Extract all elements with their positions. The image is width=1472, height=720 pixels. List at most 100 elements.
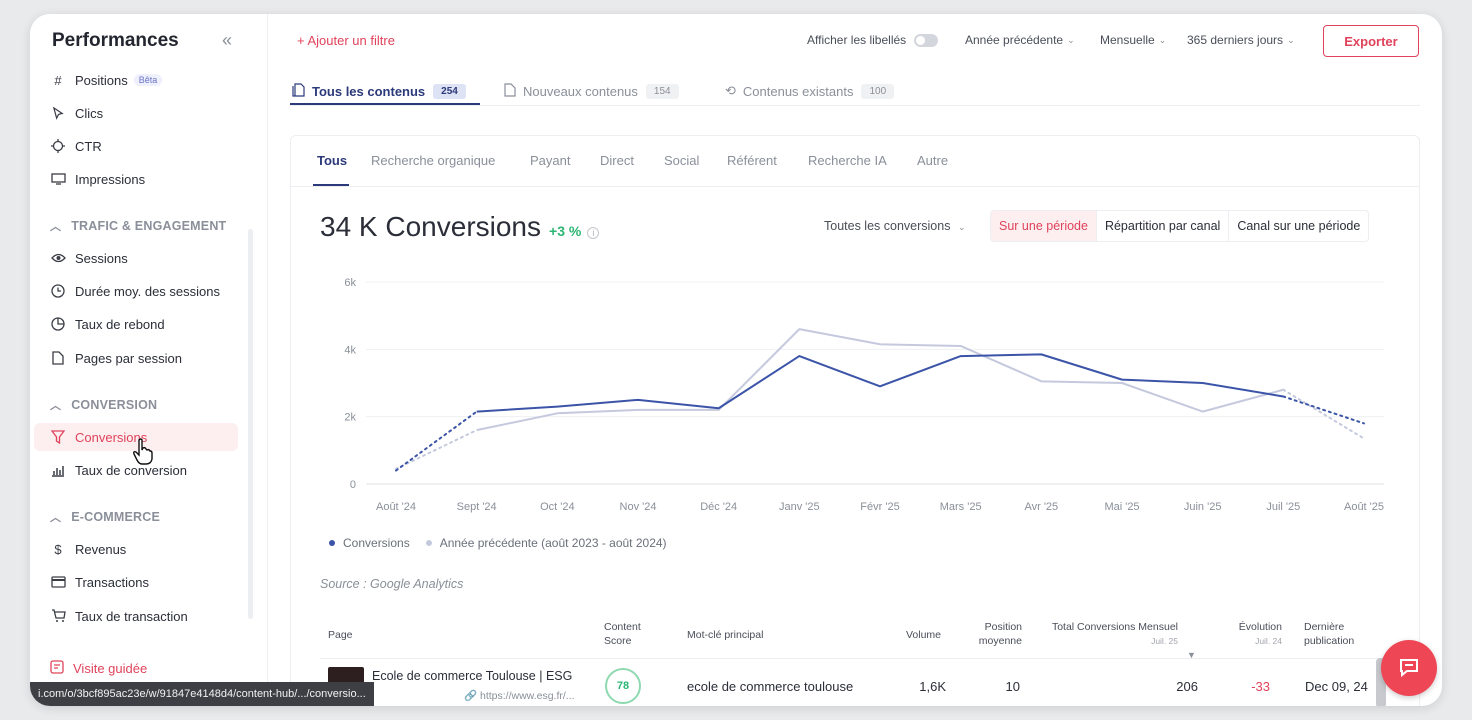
- x-tick-label: Oct '24: [540, 501, 575, 513]
- source-tab-referent[interactable]: Référent: [727, 153, 777, 168]
- monitor-icon: [50, 171, 66, 187]
- row-page-url[interactable]: 🔗 https://www.esg.fr/...: [464, 689, 575, 702]
- beta-badge: Bêta: [133, 74, 163, 86]
- view-canal-periode[interactable]: Canal sur une période: [1228, 211, 1368, 241]
- y-tick-label: 4k: [344, 344, 356, 356]
- legend-dot-previous: [425, 540, 432, 546]
- section-ecommerce[interactable]: ︿ E-COMMERCE: [50, 509, 160, 525]
- th-total-sub: Juil. 25: [1151, 636, 1178, 646]
- app-window: Performances « # Positions Bêta Clics CT…: [30, 14, 1442, 706]
- chevron-up-icon: ︿: [50, 221, 62, 233]
- th-total-label: Total Conversions Mensuel: [1051, 621, 1178, 633]
- tab-tous-les-contenus[interactable]: Tous les contenus 254: [292, 78, 466, 104]
- add-filter-button[interactable]: + Ajouter un filtre: [297, 33, 395, 48]
- sidebar-item-pages[interactable]: Pages par session: [50, 344, 182, 372]
- row-published: Dec 09, 24: [1305, 679, 1368, 694]
- source-tab-recherche-ia[interactable]: Recherche IA: [808, 153, 887, 168]
- sidebar-item-sessions[interactable]: Sessions: [50, 244, 128, 272]
- chat-icon: [1400, 659, 1418, 678]
- th-position[interactable]: Position moyenne: [970, 620, 1022, 648]
- sort-desc-icon[interactable]: ▼: [1187, 648, 1196, 662]
- clock-icon: [50, 283, 66, 299]
- refresh-icon: ⟲: [725, 83, 736, 98]
- toggle-switch[interactable]: [914, 33, 939, 47]
- pie-icon: [50, 316, 66, 332]
- bar-chart-icon: [50, 462, 66, 478]
- th-content-score[interactable]: Content Score: [604, 620, 654, 648]
- tab-count: 154: [645, 83, 679, 99]
- tab-count: 100: [861, 83, 895, 99]
- conversion-filter-dropdown[interactable]: Toutes les conversions ⌄: [824, 219, 965, 233]
- sidebar-item-transactions[interactable]: Transactions: [50, 568, 149, 596]
- sidebar-item-clics[interactable]: Clics: [50, 99, 103, 127]
- th-keyword[interactable]: Mot-clé principal: [687, 628, 763, 642]
- cart-icon: [50, 608, 66, 624]
- sidebar-item-taux-transaction[interactable]: Taux de transaction: [50, 602, 188, 630]
- th-evolution[interactable]: Évolution Juil. 24: [1218, 620, 1282, 648]
- source-tab-tous[interactable]: Tous: [317, 153, 347, 168]
- tab-count: 254: [433, 83, 466, 99]
- row-keyword: ecole de commerce toulouse: [687, 679, 854, 694]
- chat-button[interactable]: [1381, 640, 1437, 696]
- summary-header: 34 K Conversions +3 % i: [320, 211, 600, 243]
- th-page[interactable]: Page: [328, 628, 353, 642]
- granularity-value: Mensuelle: [1100, 33, 1155, 47]
- sidebar-item-duree[interactable]: Durée moy. des sessions: [50, 277, 220, 305]
- source-tab-organique[interactable]: Recherche organique: [371, 153, 495, 168]
- double-chevron-left-icon[interactable]: «: [222, 30, 232, 51]
- show-labels-toggle[interactable]: Afficher les libellés: [807, 33, 939, 47]
- tab-label: Tous les contenus: [312, 83, 426, 99]
- conversions-line-chart: 0 2k 4k 6k Août '24 Sept '24 Oct '24 Nov '24 Déc…: [344, 277, 1384, 513]
- sidebar-item-positions[interactable]: # Positions Bêta: [50, 66, 163, 94]
- visite-guidee-link[interactable]: Visite guidée: [50, 660, 147, 677]
- y-tick-label: 0: [350, 479, 356, 491]
- source-tab-autre[interactable]: Autre: [917, 153, 948, 168]
- compare-dropdown[interactable]: Année précédente ⌄: [965, 33, 1075, 47]
- source-tab-payant[interactable]: Payant: [530, 153, 570, 168]
- section-trafic-engagement[interactable]: ︿ TRAFIC & ENGAGEMENT: [50, 218, 226, 234]
- series-partial-segment: [1282, 395, 1365, 425]
- sidebar-title: Performances: [52, 30, 179, 51]
- view-sur-une-periode[interactable]: Sur une période: [991, 211, 1096, 241]
- tab-contenus-existants[interactable]: ⟲ Contenus existants 100: [725, 78, 895, 104]
- tab-nouveaux-contenus[interactable]: Nouveaux contenus 154: [504, 78, 679, 104]
- range-dropdown[interactable]: 365 derniers jours ⌄: [1187, 33, 1295, 47]
- sidebar-item-rebond[interactable]: Taux de rebond: [50, 310, 165, 338]
- row-page-title[interactable]: Ecole de commerce Toulouse | ESG: [372, 669, 572, 683]
- export-button[interactable]: Exporter: [1323, 25, 1419, 57]
- active-source-tab-indicator: [313, 184, 349, 186]
- th-published[interactable]: Dernière publication: [1304, 620, 1374, 648]
- sidebar-item-label: Durée moy. des sessions: [75, 283, 220, 299]
- sidebar-scrollbar[interactable]: [248, 229, 253, 619]
- x-tick-label: Mars '25: [940, 501, 982, 513]
- section-title: E-COMMERCE: [71, 510, 161, 524]
- sidebar-item-ctr[interactable]: CTR: [50, 132, 102, 160]
- funnel-icon: [50, 429, 66, 445]
- source-tab-direct[interactable]: Direct: [600, 153, 634, 168]
- sidebar-item-taux-conversion[interactable]: Taux de conversion: [50, 456, 187, 484]
- info-icon[interactable]: i: [587, 227, 600, 239]
- source-tab-social[interactable]: Social: [664, 153, 699, 168]
- x-tick-label: Juil '25: [1266, 501, 1300, 513]
- sidebar: Performances « # Positions Bêta Clics CT…: [30, 14, 268, 706]
- th-total-conversions[interactable]: Total Conversions Mensuel Juil. 25: [1032, 620, 1178, 648]
- sidebar-item-label: Transactions: [75, 574, 149, 590]
- sidebar-item-impressions[interactable]: Impressions: [50, 165, 145, 193]
- sidebar-item-label: Taux de conversion: [75, 462, 188, 478]
- row-position: 10: [1005, 679, 1020, 694]
- row-volume: 1,6K: [919, 679, 946, 694]
- tabs-divider: [290, 105, 1420, 106]
- x-tick-label: Mai '25: [1104, 501, 1139, 513]
- x-tick-label: Sept '24: [457, 501, 497, 513]
- sidebar-item-revenus[interactable]: $ Revenus: [50, 535, 126, 563]
- section-conversion[interactable]: ︿ CONVERSION: [50, 397, 157, 413]
- link-icon: 🔗: [464, 690, 478, 702]
- x-tick-label: Août '24: [376, 501, 416, 513]
- view-repartition-canal[interactable]: Répartition par canal: [1095, 211, 1228, 241]
- documents-icon: [292, 82, 305, 100]
- th-volume[interactable]: Volume: [906, 628, 941, 642]
- granularity-dropdown[interactable]: Mensuelle ⌄: [1100, 33, 1166, 47]
- tab-label: Contenus existants: [742, 83, 854, 99]
- source-tabs-divider: [291, 186, 1419, 187]
- sidebar-item-label: Taux de transaction: [75, 608, 188, 624]
